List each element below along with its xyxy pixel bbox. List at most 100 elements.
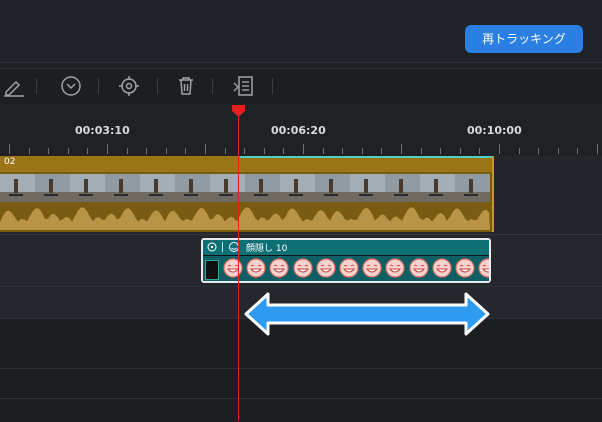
ruler-time-label: 00:03:10 xyxy=(75,124,130,137)
toolbar-separator xyxy=(98,78,99,94)
thumbnail-board xyxy=(114,194,128,196)
mosaic-clip-label: 顔隠し 10 xyxy=(246,244,288,254)
ruler-tick xyxy=(127,148,128,154)
ruler-tick xyxy=(205,144,206,154)
thumbnail-ground xyxy=(105,192,140,202)
thumbnail-figure xyxy=(119,179,123,193)
ruler-tick xyxy=(460,148,461,154)
ruler-tick xyxy=(146,148,147,154)
track-divider xyxy=(0,286,602,287)
ruler-tick xyxy=(68,148,69,154)
ruler-tick xyxy=(558,148,559,154)
ruler-tick xyxy=(303,144,304,154)
thumbnail-figure xyxy=(84,179,88,193)
ruler-tick xyxy=(362,148,363,154)
edit-list-icon[interactable] xyxy=(232,74,256,98)
ruler-tick xyxy=(9,144,10,154)
toolbar-separator xyxy=(272,78,273,94)
trash-icon[interactable] xyxy=(174,74,198,98)
laughing-face-icon xyxy=(292,258,313,278)
thumbnail-board xyxy=(394,194,408,196)
ruler-tick xyxy=(48,148,49,154)
ruler-tick xyxy=(283,148,284,154)
thumbnail-ground xyxy=(385,192,420,202)
ruler-tick xyxy=(323,148,324,154)
playhead-handle[interactable] xyxy=(231,104,246,118)
thumbnail-figure xyxy=(14,179,18,193)
pen-icon[interactable] xyxy=(2,74,26,98)
thumbnail-figure xyxy=(329,179,333,193)
thumbnail-ground xyxy=(0,192,35,202)
toolbar-separator xyxy=(157,78,158,94)
ruler-tick xyxy=(342,148,343,154)
thumbnail-board xyxy=(324,194,338,196)
thumbnail-ground xyxy=(420,192,455,202)
header-separator xyxy=(222,242,223,252)
laughing-face-icon xyxy=(223,258,243,278)
ruler-tick xyxy=(244,148,245,154)
thumbnail-ground xyxy=(315,192,350,202)
thumbnail-board xyxy=(149,194,163,196)
toolbar-separator xyxy=(212,78,213,94)
face-icon-strip xyxy=(203,256,489,281)
laughing-face-icon xyxy=(385,258,405,278)
thumbnail-ground xyxy=(350,192,385,202)
ruler-time-label: 00:10:00 xyxy=(467,124,522,137)
ruler-ticks xyxy=(0,140,602,156)
ruler-tick xyxy=(577,148,578,154)
retrack-button[interactable]: 再トラッキング xyxy=(465,25,583,53)
ruler-time-label: 00:06:20 xyxy=(271,124,326,137)
double-arrow-icon xyxy=(244,292,490,336)
thumbnail-figure xyxy=(399,179,403,193)
video-thumbnails xyxy=(0,174,490,202)
thumbnail-board xyxy=(429,194,443,196)
ruler-tick xyxy=(538,148,539,154)
laughing-face-icon xyxy=(478,258,489,278)
playhead-line[interactable] xyxy=(238,106,239,421)
laughing-face-icon xyxy=(408,258,429,278)
thumbnail-ground xyxy=(140,192,175,202)
laughing-face-icon xyxy=(269,258,289,278)
thumbnail-board xyxy=(289,194,303,196)
thumbnail-ground xyxy=(210,192,245,202)
ruler-tick xyxy=(519,148,520,154)
ruler-tick xyxy=(401,144,402,154)
thumbnail-board xyxy=(44,194,58,196)
laughing-face-icon xyxy=(455,258,475,278)
thumbnail-figure xyxy=(224,179,228,193)
track-divider xyxy=(0,368,602,369)
thumbnail-figure xyxy=(49,179,53,193)
ruler-tick xyxy=(264,148,265,154)
target-icon[interactable] xyxy=(117,74,141,98)
ruler-tick xyxy=(87,148,88,154)
ruler-tick xyxy=(381,148,382,154)
thumbnail-figure xyxy=(259,179,263,193)
ruler-tick xyxy=(166,148,167,154)
laughing-face-icon xyxy=(246,258,266,278)
thumbnail-ground xyxy=(245,192,280,202)
thumbnail-ground xyxy=(70,192,105,202)
laughing-face-icon xyxy=(432,258,452,278)
thumbnail-figure xyxy=(294,179,298,193)
timeline-toolbar xyxy=(0,68,602,106)
laughing-face-icon xyxy=(339,258,359,278)
ruler-tick xyxy=(185,148,186,154)
thumbnail-figure xyxy=(469,179,473,193)
chevron-down-circle-icon[interactable] xyxy=(59,74,83,98)
thumbnail-figure xyxy=(189,179,193,193)
thumbnail-board xyxy=(219,194,233,196)
target-icon xyxy=(207,242,217,252)
track-divider xyxy=(0,398,602,399)
thumbnail-board xyxy=(9,194,23,196)
ruler-tick xyxy=(29,148,30,154)
video-clip-header xyxy=(0,156,492,172)
thumbnail-board xyxy=(464,194,478,196)
thumbnail-board xyxy=(254,194,268,196)
thumbnail-ground xyxy=(175,192,210,202)
laughing-face-icon xyxy=(362,258,382,278)
thumbnail-board xyxy=(184,194,198,196)
laughing-face-icon xyxy=(316,258,336,278)
ruler-tick xyxy=(597,144,598,154)
thumbnail-figure xyxy=(364,179,368,193)
ruler-tick xyxy=(440,148,441,154)
